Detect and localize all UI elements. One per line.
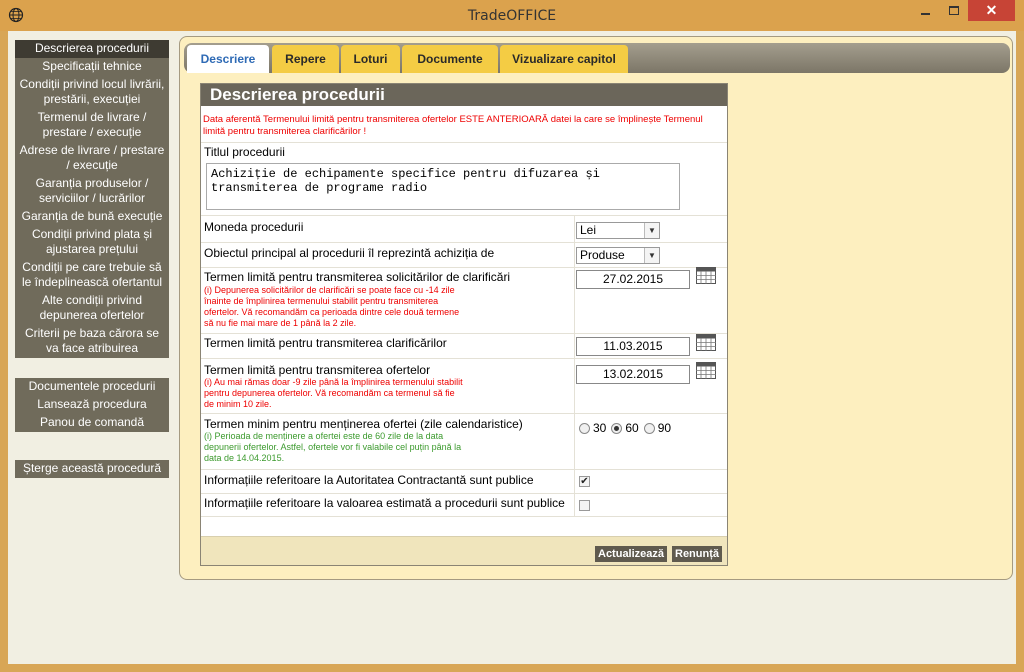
app-client-area: Descrierea procedurii Specificații tehni… [8,31,1016,664]
validity-radio-90[interactable] [643,422,655,434]
form-footer: Actualizează Renunță [201,536,727,565]
offer-validity-radio-group: 30 60 90 [579,420,676,436]
divider [201,493,727,494]
validity-option-90: 90 [657,421,672,435]
procedure-title-textarea[interactable] [206,163,680,210]
divider [201,469,727,470]
currency-label: Moneda procedurii [204,220,304,234]
currency-value: Lei [580,223,597,237]
chevron-down-icon: ▼ [644,223,659,238]
close-icon: ✕ [985,2,998,18]
sidebar-item-termen-livrare[interactable]: Termenul de livrare / prestare / execuți… [15,109,169,142]
validity-radio-60[interactable] [611,422,623,434]
tab-vizualizare-capitol[interactable]: Vizualizare capitol [500,45,628,73]
divider [201,267,727,268]
sidebar-item-alte-conditii[interactable]: Alte condiții privind depunerea ofertelo… [15,292,169,325]
sidebar-item-conditii-plata[interactable]: Condiții privind plata și ajustarea preț… [15,226,169,259]
public-ac-checkbox[interactable]: ✔ [579,476,590,487]
window-titlebar: TradeOFFICE ✕ [0,0,1024,31]
lanseaza-procedura-link[interactable]: Lansează procedura [15,396,169,414]
calendar-icon[interactable] [696,362,716,379]
tab-bar: Descriere Repere Loturi Documente Vizual… [184,43,1010,73]
divider [201,215,727,216]
divider [201,413,727,414]
minimize-icon [921,12,930,15]
divider [201,516,727,517]
calendar-icon[interactable] [696,334,716,351]
cancel-button[interactable]: Renunță [672,546,722,562]
documentele-procedurii-link[interactable]: Documentele procedurii [15,378,169,396]
sidebar-delete-menu: Șterge această procedură [15,460,169,478]
currency-select[interactable]: Lei ▼ [576,222,660,239]
public-value-checkbox[interactable] [579,500,590,511]
window-title: TradeOFFICE [467,8,557,24]
object-label: Obiectul principal al procedurii îl repr… [204,246,495,260]
clarifications-label: Termen limită pentru transmiterea clarif… [204,336,447,350]
maximize-icon [948,6,959,15]
panou-de-comanda-link[interactable]: Panou de comandă [15,414,169,432]
clarification-requests-label: Termen limită pentru transmiterea solici… [204,270,511,284]
clarifications-date-input[interactable]: 11.03.2015 [576,337,690,356]
validity-option-30: 30 [593,421,607,435]
public-ac-label: Informațiile referitoare la Autoritatea … [204,473,534,487]
tab-descriere[interactable]: Descriere [187,45,269,73]
tab-repere[interactable]: Repere [272,45,339,73]
calendar-icon[interactable] [696,267,716,284]
validity-option-60: 60 [625,421,639,435]
clarification-requests-date-input[interactable]: 27.02.2015 [576,270,690,289]
sidebar-actions-menu: Documentele procedurii Lansează procedur… [15,378,169,432]
clarification-requests-hint: (i) Depunerea solicitărilor de clarifică… [204,285,460,328]
sidebar-item-adrese-livrare[interactable]: Adrese de livrare / prestare / execuție [15,142,169,175]
minimize-button[interactable] [912,0,939,21]
close-button[interactable]: ✕ [968,0,1015,21]
public-value-label: Informațiile referitoare la valoarea est… [204,496,565,510]
sidebar-item-conditii-loc-livrare[interactable]: Condiții privind locul livrării, prestăr… [15,76,169,109]
deadline-warning: Data aferentă Termenului limită pentru t… [203,114,703,137]
main-panel: Descriere Repere Loturi Documente Vizual… [179,36,1013,580]
sidebar-chapter-menu: Descrierea procedurii Specificații tehni… [15,40,169,358]
update-button[interactable]: Actualizează [595,546,668,562]
offer-validity-label: Termen minim pentru menținerea ofertei (… [204,417,523,431]
procedure-form: Descrierea procedurii Data aferentă Term… [200,83,728,566]
maximize-button[interactable] [940,0,967,21]
offers-deadline-hint: (i) Au mai rămas doar -9 zile până la îm… [204,377,463,409]
sidebar-item-criterii-atribuire[interactable]: Criterii pe baza cărora se va face atrib… [15,325,169,358]
sidebar-item-conditii-ofertant[interactable]: Condiții pe care trebuie să le îndepline… [15,259,169,292]
sidebar-item-specificatii-tehnice[interactable]: Specificații tehnice [15,58,169,76]
column-divider [574,215,575,516]
sidebar-item-garantia-produselor[interactable]: Garanția produselor / serviciilor / lucr… [15,175,169,208]
delete-procedure-button[interactable]: Șterge această procedură [15,460,169,478]
tab-loturi[interactable]: Loturi [341,45,400,73]
offers-date-input[interactable]: 13.02.2015 [576,365,690,384]
offers-deadline-label: Termen limită pentru transmiterea oferte… [204,363,431,377]
title-label: Titlul procedurii [204,145,285,159]
object-value: Produse [580,248,625,262]
offer-validity-hint: (i) Perioada de menținere a ofertei este… [204,431,462,463]
object-select[interactable]: Produse ▼ [576,247,660,264]
divider [201,142,727,143]
divider [201,358,727,359]
divider [201,242,727,243]
tab-documente[interactable]: Documente [402,45,498,73]
sidebar-item-garantia-buna-executie[interactable]: Garanția de bună execuție [15,208,169,226]
chevron-down-icon: ▼ [644,248,659,263]
form-title: Descrierea procedurii [201,84,727,106]
validity-radio-30[interactable] [579,422,590,434]
divider [201,333,727,334]
sidebar-item-descrierea-procedurii[interactable]: Descrierea procedurii [15,40,169,58]
